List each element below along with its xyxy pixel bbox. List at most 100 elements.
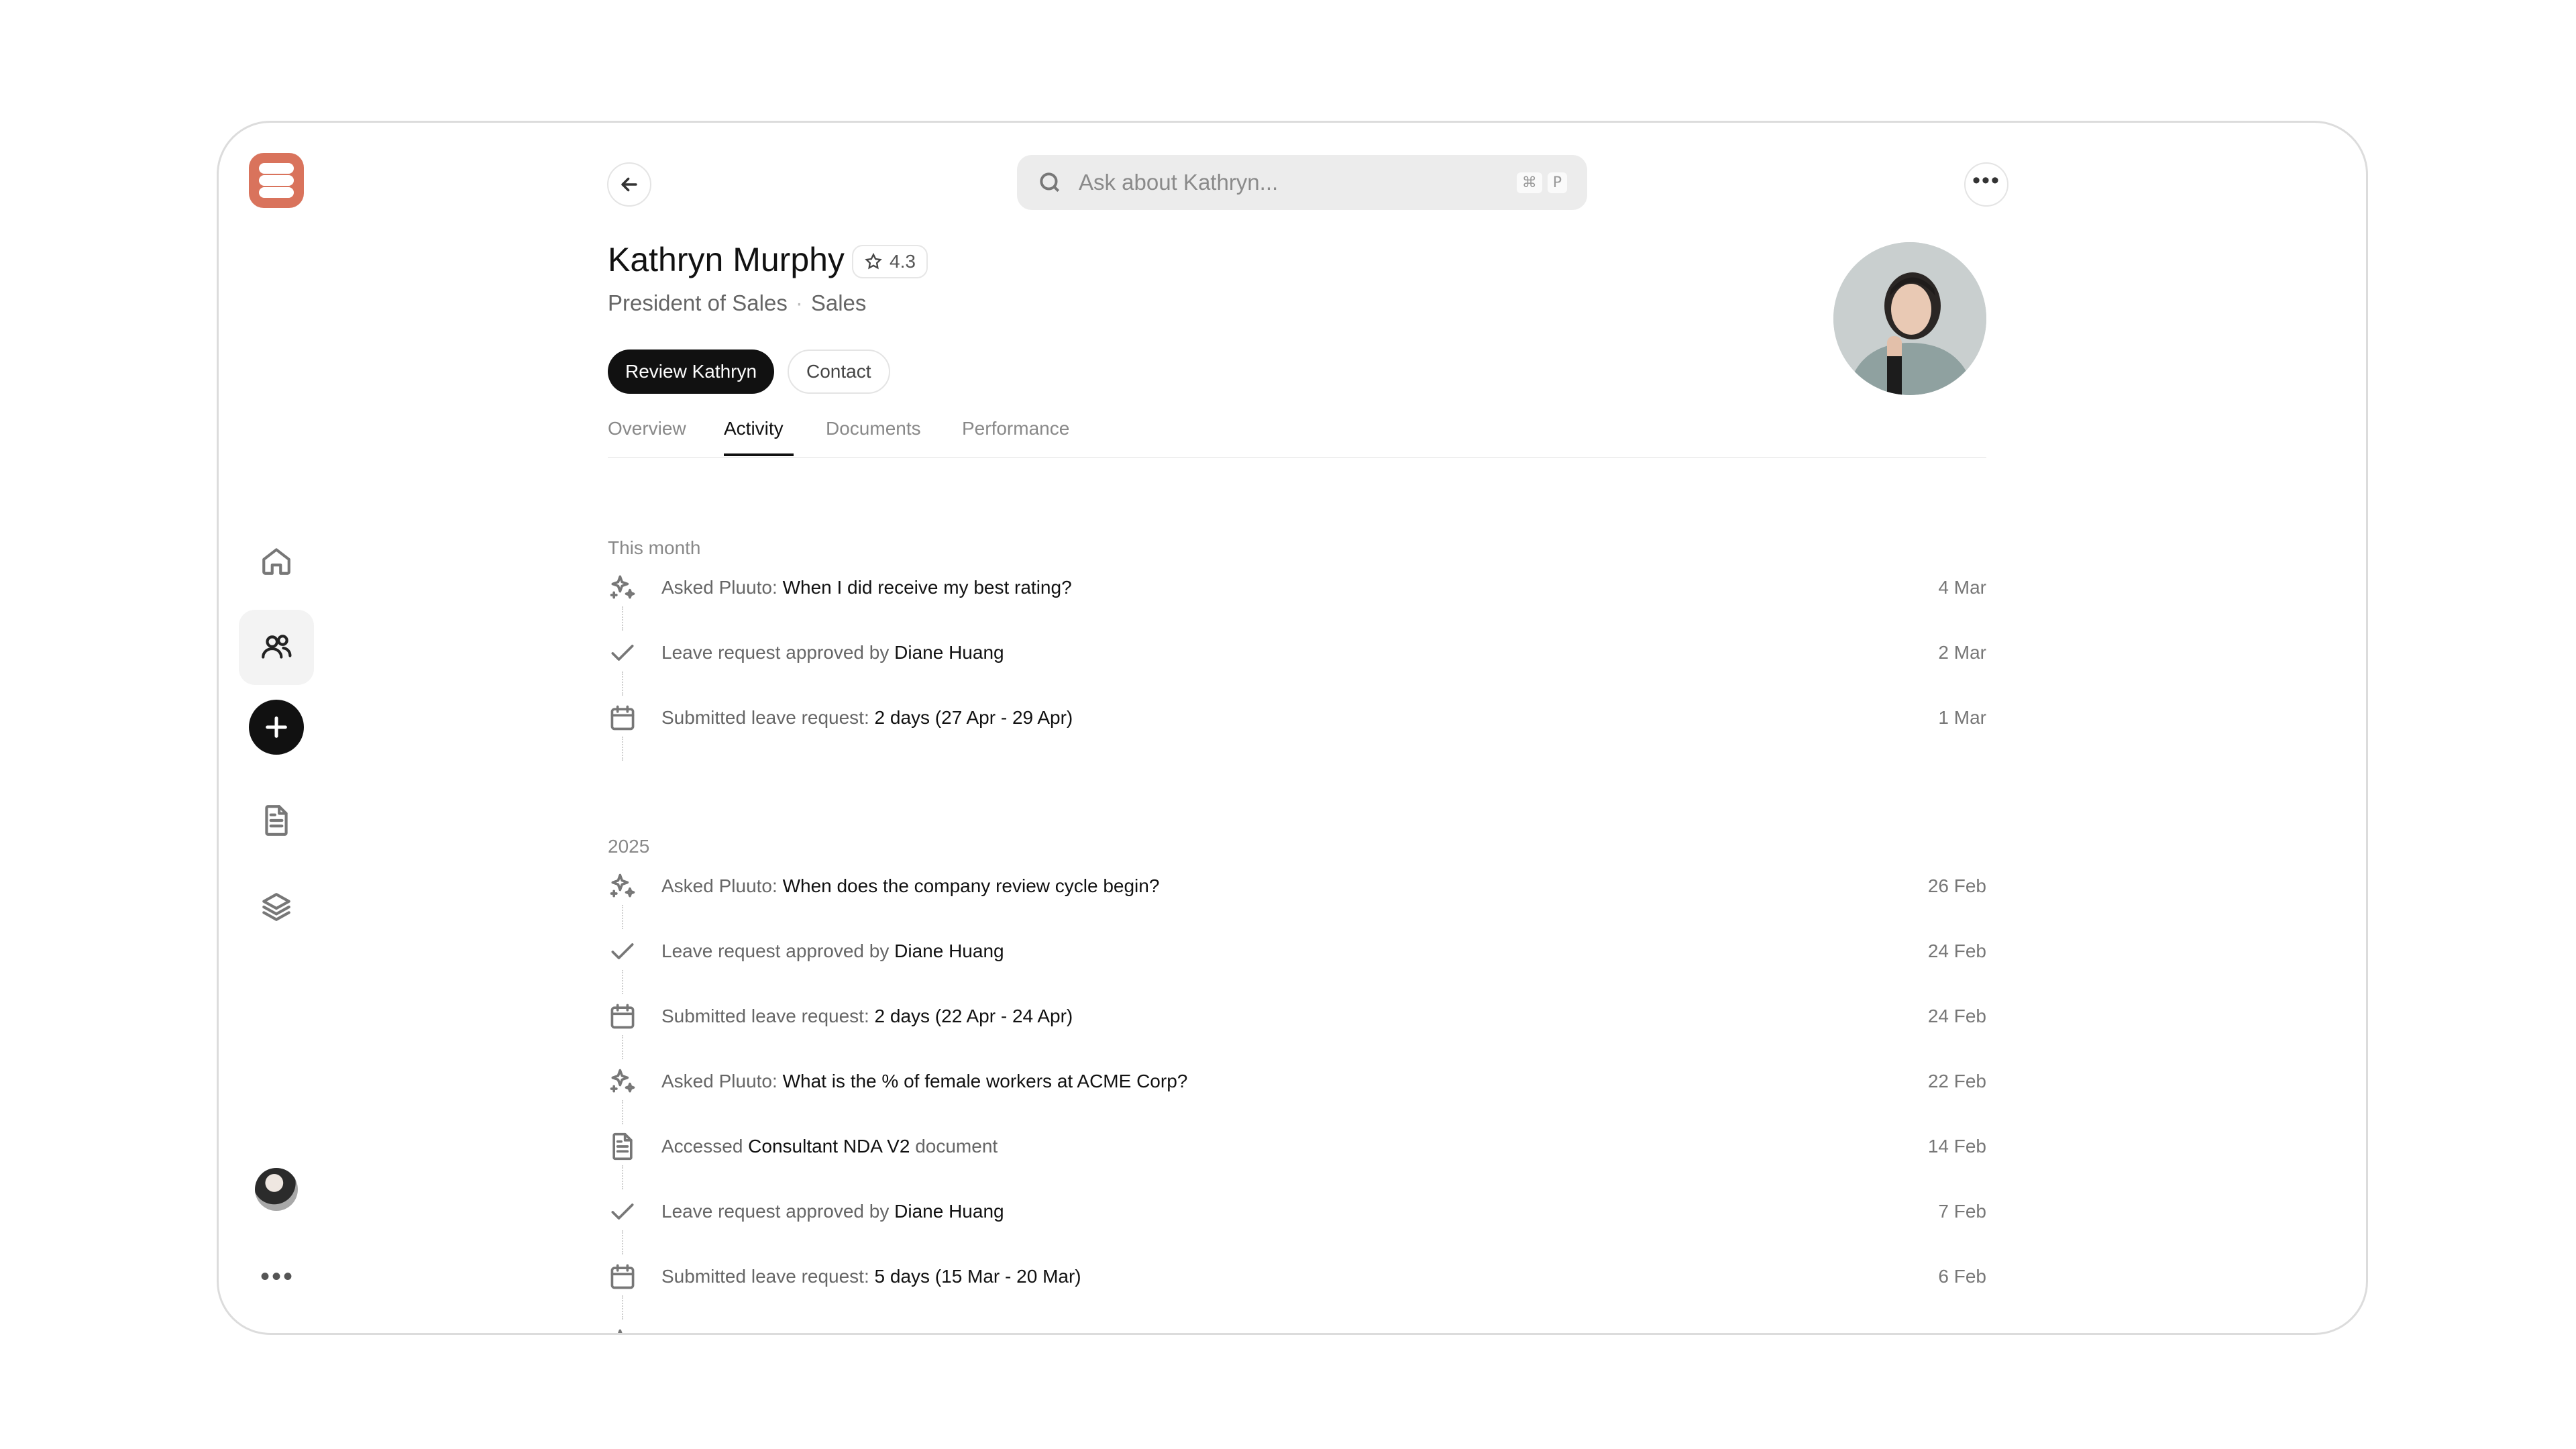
activity-subject: What is the % of female workers at ACME … — [782, 1071, 1188, 1091]
activity-text: Submitted leave request: 2 days (27 Apr … — [661, 707, 1073, 729]
activity-row[interactable]: Asked Pluuto: When I did receive my best… — [608, 568, 1986, 608]
activity-text: Leave request approved by Diane Huang — [661, 941, 1004, 962]
layers-nav-button[interactable] — [239, 869, 314, 945]
timeline-connector — [622, 606, 623, 631]
add-button[interactable] — [249, 700, 304, 755]
document-icon — [265, 805, 288, 836]
activity-date: 4 Mar — [1938, 577, 1986, 598]
sparkle-icon — [608, 871, 637, 901]
calendar-icon — [608, 703, 637, 733]
search-icon — [1040, 172, 1060, 193]
sparkle-icon — [608, 1067, 637, 1096]
tab-documents[interactable]: Documents — [826, 418, 921, 439]
activity-date: 24 Feb — [1927, 1006, 1986, 1026]
activity-suffix: document — [910, 1136, 998, 1157]
activity-date: 24 Feb — [1927, 941, 1986, 961]
shortcut-cmd-key: ⌘ — [1516, 172, 1542, 193]
check-icon — [608, 936, 637, 966]
timeline-connector — [622, 1035, 623, 1059]
activity-date: 6 Feb — [1938, 1266, 1986, 1287]
calendar-icon — [608, 1002, 637, 1031]
activity-date: 14 Feb — [1927, 1136, 1986, 1157]
search-bar[interactable]: ⌘ P — [1017, 155, 1587, 210]
activity-row[interactable]: Asked Pluuto: How do I request time off?… — [608, 1322, 1986, 1333]
activity-row[interactable]: Asked Pluuto: What is the % of female wo… — [608, 1061, 1986, 1102]
activity-row[interactable]: Submitted leave request: 2 days (27 Apr … — [608, 698, 1986, 738]
sparkle-icon — [608, 573, 637, 602]
rating-badge: 4.3 — [852, 245, 928, 278]
job-title: President of Sales — [608, 290, 788, 315]
activity-prefix: Leave request approved by — [661, 941, 895, 961]
current-user-avatar[interactable] — [255, 1168, 298, 1211]
activity-prefix: Asked Pluuto: — [661, 1331, 783, 1333]
activity-date: 22 Feb — [1927, 1071, 1986, 1091]
activity-prefix: Submitted leave request: — [661, 1006, 875, 1026]
sparkle-icon — [608, 1327, 637, 1333]
activity-row[interactable]: Submitted leave request: 2 days (22 Apr … — [608, 996, 1986, 1036]
shortcut-letter-key: P — [1547, 172, 1567, 193]
activity-text: Submitted leave request: 5 days (15 Mar … — [661, 1266, 1081, 1287]
timeline-connector — [622, 1165, 623, 1189]
activity-row[interactable]: Leave request approved by Diane Huang 2 M… — [608, 633, 1986, 673]
activity-row[interactable]: Submitted leave request: 5 days (15 Mar … — [608, 1256, 1986, 1297]
activity-prefix: Leave request approved by — [661, 1201, 895, 1222]
activity-subject: Consultant NDA V2 — [748, 1136, 910, 1157]
tab-activity[interactable]: Activity — [724, 418, 784, 439]
plus-icon — [266, 716, 287, 738]
document-icon — [608, 1132, 637, 1161]
employee-name: Kathryn Murphy — [608, 241, 845, 278]
group-label-this-month: This month — [608, 537, 701, 558]
activity-prefix: Accessed — [661, 1136, 749, 1157]
activity-subject: How do I request time off? — [783, 1331, 1002, 1333]
timeline-connector — [622, 905, 623, 929]
home-nav-button[interactable] — [239, 523, 314, 598]
check-icon — [608, 638, 637, 667]
back-button[interactable] — [607, 162, 651, 207]
home-icon — [262, 548, 290, 575]
activity-text: Asked Pluuto: What is the % of female wo… — [661, 1071, 1187, 1092]
more-options-icon[interactable]: ••• — [260, 1263, 294, 1290]
activity-date: 5 Feb — [1938, 1331, 1986, 1333]
timeline-connector — [622, 1230, 623, 1254]
users-icon — [262, 635, 292, 659]
more-actions-button[interactable]: ••• — [1964, 162, 2008, 207]
activity-subject: 2 days (27 Apr - 29 Apr) — [874, 707, 1073, 728]
activity-subject: 5 days (15 Mar - 20 Mar) — [874, 1266, 1081, 1287]
check-icon — [608, 1197, 637, 1226]
activity-prefix: Asked Pluuto: — [661, 1071, 783, 1091]
calendar-icon — [608, 1262, 637, 1291]
tab-performance[interactable]: Performance — [962, 418, 1069, 439]
people-nav-button[interactable] — [239, 610, 314, 685]
department: Sales — [810, 290, 867, 315]
employee-subtitle: President of Sales · Sales — [608, 290, 866, 316]
profile-photo — [1833, 242, 1986, 395]
app-window: ••• ⌘ P ••• Kathryn Murphy 4.3 President… — [217, 121, 2368, 1335]
active-tab-indicator — [724, 453, 794, 456]
activity-subject: When I did receive my best rating? — [782, 577, 1072, 598]
timeline-connector — [622, 1100, 623, 1124]
activity-text: Leave request approved by Diane Huang — [661, 642, 1004, 663]
activity-prefix: Submitted leave request: — [661, 1266, 875, 1287]
tab-bar: Overview Activity Documents Performance — [608, 411, 1986, 458]
contact-button[interactable]: Contact — [788, 350, 890, 394]
search-input[interactable] — [1077, 169, 1511, 196]
activity-text: Asked Pluuto: When does the company revi… — [661, 875, 1159, 897]
tab-overview[interactable]: Overview — [608, 418, 686, 439]
activity-prefix: Asked Pluuto: — [661, 577, 783, 598]
documents-nav-button[interactable] — [239, 783, 314, 858]
activity-subject: 2 days (22 Apr - 24 Apr) — [874, 1006, 1073, 1026]
timeline-connector — [622, 672, 623, 696]
brand-logo[interactable] — [249, 153, 304, 208]
activity-row[interactable]: Accessed Consultant NDA V2 document 14 Fe… — [608, 1126, 1986, 1167]
activity-date: 2 Mar — [1938, 642, 1986, 663]
activity-row[interactable]: Asked Pluuto: When does the company revi… — [608, 866, 1986, 906]
activity-row[interactable]: Leave request approved by Diane Huang 7 F… — [608, 1191, 1986, 1232]
activity-subject: Diane Huang — [894, 642, 1004, 663]
activity-row[interactable]: Leave request approved by Diane Huang 24 … — [608, 931, 1986, 971]
activity-subject: When does the company review cycle begin… — [782, 875, 1160, 896]
review-button[interactable]: Review Kathryn — [608, 350, 775, 394]
activity-prefix: Submitted leave request: — [661, 707, 875, 728]
group-label-2025: 2025 — [608, 836, 650, 857]
star-icon — [865, 252, 882, 270]
activity-date: 7 Feb — [1938, 1201, 1986, 1222]
